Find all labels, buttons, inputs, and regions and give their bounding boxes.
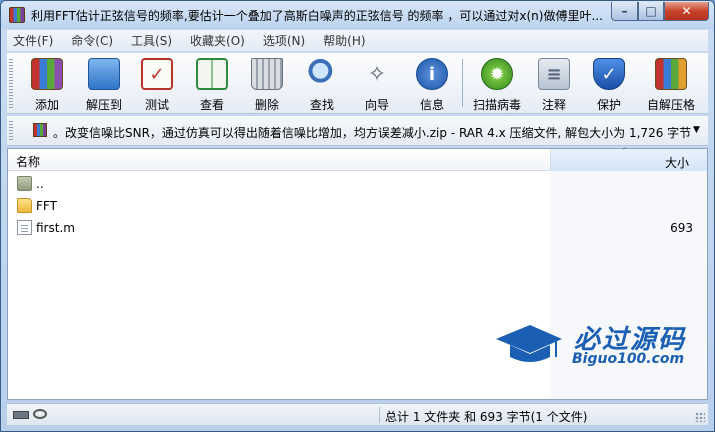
chevron-down-icon[interactable]: ▼ [693, 125, 700, 135]
wizard-label: 向导 [364, 98, 389, 112]
info-icon: i [416, 58, 448, 90]
sort-ascending-icon: ⌃ [621, 147, 629, 157]
sfx-button[interactable]: 自解压格 [637, 56, 705, 112]
extract-to-button[interactable]: 解压到 [74, 56, 134, 112]
trash-can-icon [251, 58, 283, 90]
winrar-window: 利用FFT估计正弦信号的频率,要估计一个叠加了高斯白噪声的正弦信号 的频率 ，可… [0, 0, 715, 432]
column-header: 名称 ⌃ 大小 [8, 147, 707, 171]
menu-commands[interactable]: 命令(C) [71, 32, 113, 49]
delete-button[interactable]: 删除 [237, 56, 297, 112]
window-title: 利用FFT估计正弦信号的频率,要估计一个叠加了高斯白噪声的正弦信号 的频率 ，可… [31, 9, 603, 23]
info-button[interactable]: i 信息 [402, 56, 462, 112]
add-button[interactable]: 添加 [17, 56, 77, 112]
comment-note-icon: ≡ [538, 58, 570, 90]
file-size: 693 [670, 221, 693, 235]
file-name: FFT [36, 199, 57, 213]
document-icon [17, 220, 32, 235]
list-item[interactable]: .. [8, 173, 707, 195]
menu-options[interactable]: 选项(N) [263, 32, 305, 49]
sfx-archive-icon [655, 58, 687, 90]
minimize-button[interactable]: – [611, 2, 638, 21]
column-size-header[interactable]: ⌃ 大小 [550, 147, 707, 171]
test-label: 测试 [144, 98, 169, 112]
menu-file[interactable]: 文件(F) [13, 32, 53, 49]
scan-virus-button[interactable]: ✹ 扫描病毒 [467, 56, 527, 112]
address-grip[interactable] [9, 121, 13, 141]
clipboard-check-icon: ✓ [141, 58, 173, 90]
extract-to-label: 解压到 [85, 98, 122, 112]
column-size-label: 大小 [664, 156, 689, 170]
wizard-button[interactable]: ✧ 向导 [347, 56, 407, 113]
archive-books-icon [31, 58, 63, 90]
menu-favorites[interactable]: 收藏夹(O) [190, 32, 245, 49]
add-label: 添加 [34, 98, 59, 112]
close-icon: ✕ [681, 4, 692, 18]
maximize-icon: □ [645, 4, 657, 18]
drive-icon[interactable] [13, 411, 29, 419]
magic-wand-icon: ✧ [367, 61, 387, 87]
maximize-button[interactable]: □ [638, 2, 664, 21]
archive-path: 。改变信噪比SNR，通过仿真可以得出随着信噪比增加，均方误差减小.zip - R… [53, 126, 692, 140]
parent-folder-icon [17, 176, 32, 191]
comment-button[interactable]: ≡ 注释 [524, 56, 584, 112]
column-name-header[interactable]: 名称 [16, 153, 40, 170]
find-button[interactable]: 查找 [292, 56, 352, 112]
resize-grip[interactable] [695, 412, 705, 422]
protect-label: 保护 [596, 98, 621, 112]
open-book-icon [196, 58, 228, 90]
address-bar[interactable]: 。改变信噪比SNR，通过仿真可以得出随着信噪比增加，均方误差减小.zip - R… [7, 116, 708, 146]
file-name: .. [36, 177, 44, 191]
toolbar-grip[interactable] [9, 59, 13, 109]
delete-label: 删除 [254, 98, 279, 112]
graduation-cap-icon [496, 325, 562, 362]
toolbar: 添加 解压到 ✓ 测试 查看 删除 查找 ✧ 向导 i 信息 ✹ 扫描病毒 ≡ … [7, 52, 708, 114]
status-bar: 总计 1 文件夹 和 693 字节(1 个文件) [7, 403, 708, 425]
title-bar[interactable]: 利用FFT估计正弦信号的频率,要估计一个叠加了高斯白噪声的正弦信号 的频率 ，可… [1, 1, 714, 29]
file-name: first.m [36, 221, 75, 235]
close-button[interactable]: ✕ [664, 2, 709, 21]
protect-button[interactable]: ✓ 保护 [579, 56, 639, 112]
info-label: 信息 [419, 98, 444, 112]
status-separator [379, 407, 380, 423]
menu-tools[interactable]: 工具(S) [131, 32, 172, 49]
watermark-url: Biguo100.com [572, 351, 685, 367]
folder-extract-icon [88, 58, 120, 90]
scan-virus-label: 扫描病毒 [472, 98, 521, 112]
comment-label: 注释 [541, 98, 566, 112]
sfx-label: 自解压格 [646, 98, 695, 112]
archive-icon [33, 123, 47, 137]
status-icons [13, 409, 49, 421]
test-button[interactable]: ✓ 测试 [127, 56, 187, 112]
winrar-app-icon[interactable] [9, 7, 25, 23]
view-label: 查看 [199, 98, 224, 112]
shield-icon: ✓ [593, 58, 625, 90]
list-item[interactable]: first.m 693 [8, 217, 707, 239]
menu-help[interactable]: 帮助(H) [323, 32, 365, 49]
folder-icon [17, 198, 32, 213]
file-list[interactable]: 名称 ⌃ 大小 .. FFT first.m 693 必过源码 Biguo100… [7, 147, 708, 400]
magnifier-icon [306, 58, 338, 90]
key-icon[interactable] [33, 409, 47, 419]
menu-bar: 文件(F) 命令(C) 工具(S) 收藏夹(O) 选项(N) 帮助(H) [7, 30, 708, 51]
minimize-icon: – [621, 4, 628, 18]
list-item[interactable]: FFT [8, 195, 707, 217]
toolbar-separator [462, 59, 463, 107]
watermark-logo: 必过源码 Biguo100.com [494, 319, 694, 375]
find-label: 查找 [309, 98, 334, 112]
bug-icon: ✹ [481, 58, 513, 90]
status-summary: 总计 1 文件夹 和 693 字节(1 个文件) [385, 410, 588, 424]
view-button[interactable]: 查看 [182, 56, 242, 112]
